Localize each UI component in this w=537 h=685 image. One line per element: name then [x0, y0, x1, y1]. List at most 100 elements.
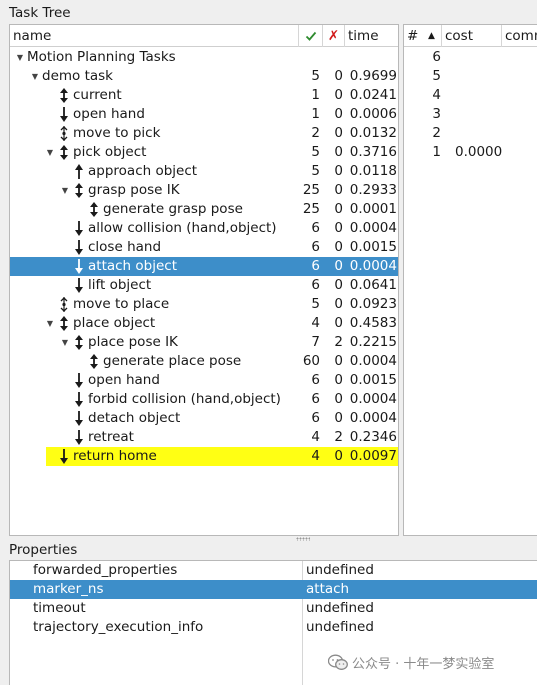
tree-row[interactable]: current 1 0 0.0241 [10, 86, 398, 105]
failed-count: 0 [334, 163, 343, 179]
task-name: open hand [73, 106, 145, 122]
connect-icon [58, 125, 70, 142]
watermark: 公众号 · 十年一梦实验室 [327, 654, 494, 676]
time-value: 0.0004 [349, 410, 397, 426]
failed-count: 0 [334, 68, 343, 84]
expand-arrow-icon[interactable]: ▼ [45, 143, 55, 162]
solution-row[interactable]: 2 [404, 124, 537, 143]
time-value: 0.0241 [349, 87, 397, 103]
column-header-succeeded[interactable] [299, 25, 323, 47]
failed-count: 0 [334, 220, 343, 236]
tree-row[interactable]: lift object 6 0 0.0641 [10, 276, 398, 295]
splitter-handle[interactable] [296, 537, 310, 541]
tree-row[interactable]: allow collision (hand,object) 6 0 0.0004 [10, 219, 398, 238]
tree-row[interactable]: ▼ demo task 5 0 0.9699 [10, 67, 398, 86]
tree-row[interactable]: ▼ place pose IK 7 2 0.2215 [10, 333, 398, 352]
down-arrow-icon [73, 391, 85, 408]
column-header-failed[interactable]: ✗ [323, 25, 345, 47]
solution-index: 3 [432, 106, 441, 122]
time-value: 0.0923 [349, 296, 397, 312]
failed-count: 0 [334, 106, 343, 122]
task-name: forbid collision (hand,object) [88, 391, 281, 407]
tree-row[interactable]: generate grasp pose 25 0 0.0001 [10, 200, 398, 219]
task-name: attach object [88, 258, 178, 274]
property-row[interactable]: timeout undefined [10, 599, 537, 618]
failed-count: 0 [334, 182, 343, 198]
solution-row[interactable]: 1 0.0000 [404, 143, 537, 162]
properties-view[interactable]: forwarded_properties undefined marker_ns at… [9, 560, 537, 685]
tree-row[interactable]: ▼ grasp pose IK 25 0 0.2933 [10, 181, 398, 200]
task-tree-view[interactable]: name ✗ time ▼ Motion Planning Tasks ▼ demo … [9, 24, 399, 536]
down-arrow-icon [73, 220, 85, 237]
succeeded-count: 2 [311, 125, 320, 141]
expand-arrow-icon[interactable]: ▼ [30, 67, 40, 86]
down-arrow-icon [58, 106, 70, 123]
failed-count: 0 [334, 277, 343, 293]
expand-arrow-icon[interactable]: ▼ [15, 48, 25, 67]
succeeded-count: 5 [311, 144, 320, 160]
tree-row[interactable]: generate place pose 60 0 0.0004 [10, 352, 398, 371]
column-header-time[interactable]: time [345, 25, 398, 47]
solution-row[interactable]: 3 [404, 105, 537, 124]
time-value: 0.0118 [349, 163, 397, 179]
property-row[interactable]: marker_ns attach [10, 580, 537, 599]
property-value[interactable]: undefined [306, 599, 374, 618]
task-name: approach object [88, 163, 198, 179]
tree-row[interactable]: return home 4 0 0.0097 [10, 447, 398, 466]
check-icon [305, 31, 316, 41]
task-name: generate grasp pose [103, 201, 243, 217]
succeeded-count: 6 [311, 410, 320, 426]
property-value[interactable]: undefined [306, 618, 374, 637]
succeeded-count: 6 [311, 239, 320, 255]
tree-row[interactable]: ▼ Motion Planning Tasks [10, 48, 398, 67]
task-name: return home [73, 448, 157, 464]
property-row[interactable]: forwarded_properties undefined [10, 561, 537, 580]
succeeded-count: 1 [311, 87, 320, 103]
expand-arrow-icon[interactable]: ▼ [60, 333, 70, 352]
failed-count: 0 [334, 315, 343, 331]
succeeded-count: 4 [311, 429, 320, 445]
succeeded-count: 1 [311, 106, 320, 122]
solutions-view[interactable]: # ▲ cost comm 6 5 4 3 2 1 0.0000 [403, 24, 537, 536]
tree-row[interactable]: approach object 5 0 0.0118 [10, 162, 398, 181]
time-value: 0.0015 [349, 239, 397, 255]
solution-row[interactable]: 5 [404, 67, 537, 86]
tree-row[interactable]: ▼ pick object 5 0 0.3716 [10, 143, 398, 162]
tree-row[interactable]: open hand 1 0 0.0006 [10, 105, 398, 124]
time-value: 0.0004 [349, 391, 397, 407]
property-row[interactable]: trajectory_execution_info undefined [10, 618, 537, 637]
tree-row[interactable]: retreat 4 2 0.2346 [10, 428, 398, 447]
tree-row[interactable]: move to pick 2 0 0.0132 [10, 124, 398, 143]
solution-row[interactable]: 4 [404, 86, 537, 105]
tree-row[interactable]: ▼ place object 4 0 0.4583 [10, 314, 398, 333]
tree-row[interactable]: detach object 6 0 0.0004 [10, 409, 398, 428]
property-value[interactable]: attach [306, 580, 349, 599]
time-value: 0.0006 [349, 106, 397, 122]
task-name: allow collision (hand,object) [88, 220, 277, 236]
down-arrow-icon [73, 239, 85, 256]
column-header-name[interactable]: name [10, 25, 299, 47]
property-name: timeout [33, 600, 86, 616]
tree-row[interactable]: attach object 6 0 0.0004 [10, 257, 398, 276]
column-header-cost[interactable]: cost [442, 25, 502, 47]
wechat-icon [327, 654, 348, 670]
solution-index: 2 [432, 125, 441, 141]
column-header-comment[interactable]: comm [502, 25, 537, 47]
column-index-label: # [407, 28, 419, 44]
tree-row[interactable]: close hand 6 0 0.0015 [10, 238, 398, 257]
succeeded-count: 7 [311, 334, 320, 350]
expand-arrow-icon[interactable]: ▼ [60, 181, 70, 200]
solution-row[interactable]: 6 [404, 48, 537, 67]
tree-row[interactable]: forbid collision (hand,object) 6 0 0.0004 [10, 390, 398, 409]
time-value: 0.9699 [349, 68, 397, 84]
failed-count: 0 [334, 372, 343, 388]
succeeded-count: 6 [311, 372, 320, 388]
property-value[interactable]: undefined [306, 561, 374, 580]
solution-cost [455, 67, 515, 86]
tree-row[interactable]: open hand 6 0 0.0015 [10, 371, 398, 390]
time-value: 0.3716 [349, 144, 397, 160]
column-header-index[interactable]: # ▲ [404, 25, 442, 47]
solutions-header: # ▲ cost comm [404, 25, 537, 47]
expand-arrow-icon[interactable]: ▼ [45, 314, 55, 333]
tree-row[interactable]: move to place 5 0 0.0923 [10, 295, 398, 314]
